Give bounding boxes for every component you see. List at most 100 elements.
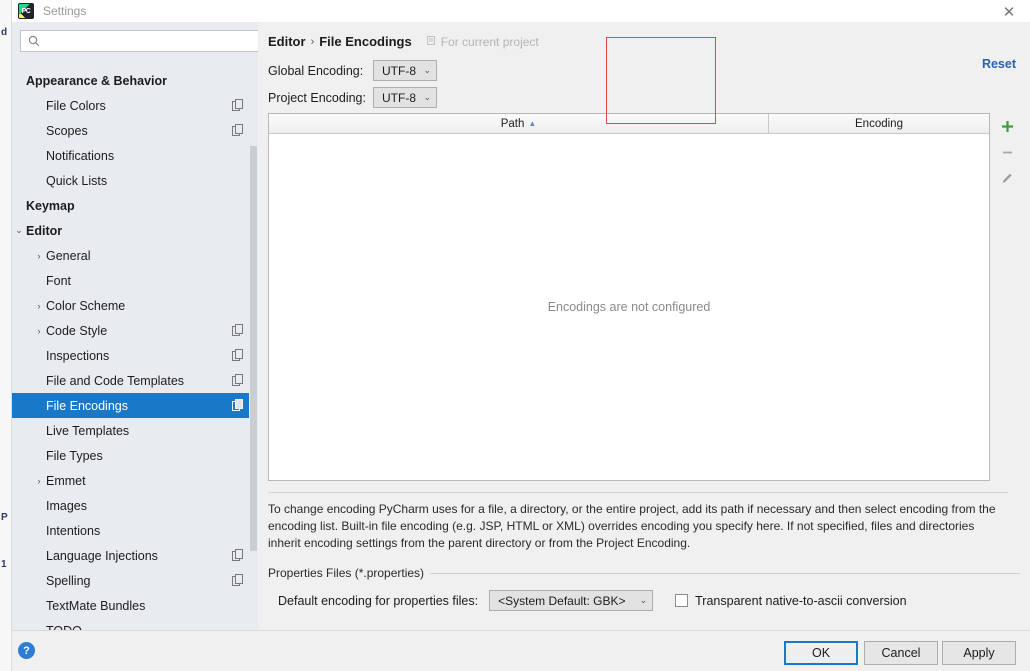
global-encoding-select[interactable]: UTF-8 ⌄ (373, 60, 437, 81)
background-window-strip (0, 0, 12, 671)
chevron-right-icon[interactable]: › (32, 299, 46, 313)
sidebar-item-label: Live Templates (46, 423, 130, 438)
annotation-rectangle (606, 37, 716, 124)
sidebar-item-images[interactable]: Images (12, 493, 258, 518)
sidebar-item-inspections[interactable]: Inspections (12, 343, 258, 368)
sidebar-item-keymap[interactable]: Keymap (12, 193, 258, 218)
scope-note: For current project (426, 35, 539, 49)
background-text-artifact: 1 (1, 559, 7, 570)
properties-encoding-select[interactable]: <System Default: GBK> ⌄ (489, 590, 654, 611)
add-button[interactable] (993, 113, 1021, 139)
title-bar: PC Settings ✕ (12, 0, 1030, 22)
sidebar-item-label: Language Injections (46, 548, 158, 563)
apply-button[interactable]: Apply (942, 641, 1016, 665)
sidebar-item-file-types[interactable]: File Types (12, 443, 258, 468)
project-encoding-value: UTF-8 (382, 90, 416, 105)
sidebar-item-font[interactable]: Font (12, 268, 258, 293)
sidebar-item-spelling[interactable]: Spelling (12, 568, 258, 593)
settings-dialog: Appearance & Behavior File Colors Scopes No… (12, 22, 1030, 671)
sidebar-item-code-style[interactable]: › Code Style (12, 318, 258, 343)
project-encoding-label: Project Encoding: (268, 90, 366, 105)
sidebar-item-notifications[interactable]: Notifications (12, 143, 258, 168)
encodings-table: Path ▲ Encoding Encodings are not config… (268, 113, 990, 481)
copy-settings-icon (232, 324, 244, 336)
remove-button[interactable] (993, 139, 1021, 165)
cancel-button[interactable]: Cancel (864, 641, 938, 665)
ok-button[interactable]: OK (784, 641, 858, 665)
transparent-conversion-label: Transparent native-to-ascii conversion (695, 593, 907, 608)
project-encoding-select[interactable]: UTF-8 ⌄ (373, 87, 437, 108)
sidebar-item-intentions[interactable]: Intentions (12, 518, 258, 543)
sidebar-item-label: Code Style (46, 323, 108, 338)
sidebar-item-label: File and Code Templates (46, 373, 185, 388)
close-icon[interactable]: ✕ (998, 3, 1020, 21)
transparent-conversion-checkbox[interactable]: Transparent native-to-ascii conversion (675, 593, 907, 608)
reset-link[interactable]: Reset (982, 57, 1016, 71)
global-encoding-label: Global Encoding: (268, 63, 364, 78)
sidebar-item-label: Notifications (46, 148, 115, 163)
search-input[interactable] (43, 32, 259, 50)
project-scope-icon (426, 35, 437, 49)
breadcrumb: Editor › File Encodings For current proj… (268, 34, 539, 49)
sidebar-scrollbar-thumb[interactable] (250, 146, 257, 551)
sidebar-scrollbar[interactable] (249, 68, 258, 630)
sidebar-item-file-colors[interactable]: File Colors (12, 93, 258, 118)
settings-content: Editor › File Encodings For current proj… (258, 22, 1030, 630)
chevron-down-icon: ⌄ (423, 65, 431, 75)
search-box[interactable] (20, 30, 260, 52)
sidebar-item-label: TextMate Bundles (46, 598, 146, 613)
column-header-encoding-label: Encoding (855, 117, 903, 130)
copy-settings-icon (232, 399, 244, 411)
sidebar-item-live-templates[interactable]: Live Templates (12, 418, 258, 443)
help-button[interactable]: ? (18, 642, 35, 659)
ok-button-label: OK (811, 646, 831, 660)
sidebar-item-label: Editor (26, 223, 63, 238)
chevron-down-icon[interactable]: ⌄ (12, 224, 26, 238)
sidebar-item-label: Inspections (46, 348, 110, 363)
column-header-path[interactable]: Path ▲ (269, 114, 769, 133)
sidebar-item-label: Scopes (46, 123, 88, 138)
sidebar-item-appearance-behavior[interactable]: Appearance & Behavior (12, 68, 258, 93)
sidebar-item-quick-lists[interactable]: Quick Lists (12, 168, 258, 193)
chevron-right-icon[interactable]: › (32, 324, 46, 338)
sidebar-item-general[interactable]: › General (12, 243, 258, 268)
pycharm-logo-text: PC (21, 7, 31, 15)
sidebar-item-label: Keymap (26, 198, 75, 213)
sidebar-item-textmate-bundles[interactable]: TextMate Bundles (12, 593, 258, 618)
sidebar-item-emmet[interactable]: › Emmet (12, 468, 258, 493)
sidebar-item-language-injections[interactable]: Language Injections (12, 543, 258, 568)
table-toolbar (993, 113, 1021, 481)
settings-tree[interactable]: Appearance & Behavior File Colors Scopes No… (12, 68, 258, 630)
copy-settings-icon (232, 549, 244, 561)
sidebar-item-todo[interactable]: TODO (12, 618, 258, 631)
sidebar-item-label: Intentions (46, 523, 101, 538)
sidebar-item-label: Appearance & Behavior (26, 73, 168, 88)
copy-settings-icon (232, 374, 244, 386)
edit-button[interactable] (993, 165, 1021, 191)
breadcrumb-parent[interactable]: Editor (268, 34, 306, 49)
chevron-right-icon[interactable]: › (32, 474, 46, 488)
sidebar-item-label: File Colors (46, 98, 106, 113)
sidebar-item-file-and-code-templates[interactable]: File and Code Templates (12, 368, 258, 393)
sidebar-item-file-encodings[interactable]: File Encodings (12, 393, 258, 418)
description-text: To change encoding PyCharm uses for a fi… (268, 492, 1008, 552)
sidebar-item-scopes[interactable]: Scopes (12, 118, 258, 143)
column-header-encoding[interactable]: Encoding (769, 114, 989, 133)
global-encoding-row: Global Encoding: UTF-8 ⌄ (268, 60, 437, 81)
sidebar-item-color-scheme[interactable]: › Color Scheme (12, 293, 258, 318)
sidebar-item-editor[interactable]: ⌄ Editor (12, 218, 258, 243)
chevron-right-icon[interactable]: › (32, 249, 46, 263)
